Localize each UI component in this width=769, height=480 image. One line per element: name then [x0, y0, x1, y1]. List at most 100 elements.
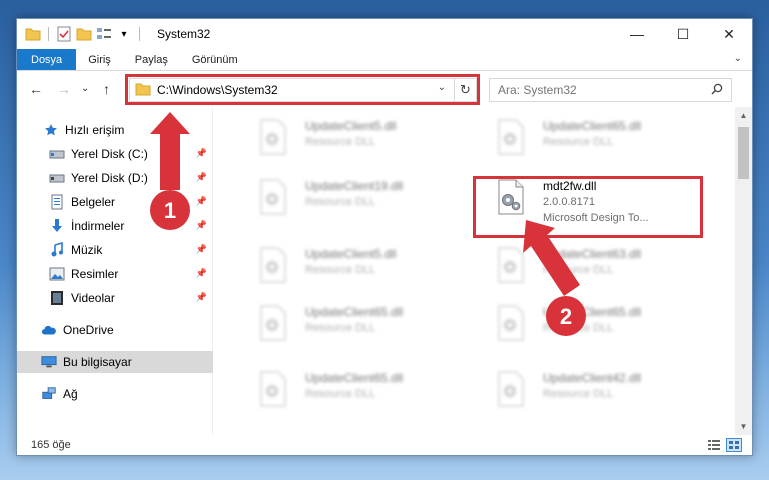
list-item[interactable]: UpdateClient5.dll Resource DLL [235, 113, 435, 163]
refresh-button[interactable]: ↻ [454, 79, 476, 101]
sidebar-item-label: Belgeler [71, 195, 116, 209]
sidebar-item-disk-c[interactable]: Yerel Disk (C:) 📌 [17, 143, 213, 165]
tiles-view-icon[interactable] [726, 438, 742, 452]
list-item[interactable]: UpdateClient65.dll Resource DLL [235, 365, 435, 415]
window-title: System32 [157, 27, 211, 41]
computer-icon [41, 354, 57, 370]
folder-icon [135, 82, 151, 99]
sidebar-item-label: Resimler [71, 267, 119, 281]
list-item[interactable]: UpdateClient5.dll Resource DLL [235, 241, 435, 291]
dll-file-icon [498, 119, 524, 155]
tab-view[interactable]: Görünüm [180, 49, 250, 70]
sidebar-item-disk-d[interactable]: Yerel Disk (D:) 📌 [17, 167, 213, 189]
folder-icon [25, 26, 41, 42]
scroll-down-icon[interactable]: ▼ [735, 418, 752, 435]
file-name: UpdateClient65.dll [305, 371, 404, 385]
pin-icon[interactable]: 📌 [196, 148, 207, 159]
checklist-icon[interactable] [96, 26, 112, 42]
sidebar-item-label: Bu bilgisayar [63, 355, 132, 369]
list-item[interactable]: UpdateClient65.dll Resource DLL [235, 299, 435, 349]
up-button[interactable]: ↑ [103, 81, 110, 97]
pin-icon[interactable]: 📌 [196, 244, 207, 255]
videos-icon [49, 290, 65, 306]
dll-file-icon [260, 119, 286, 155]
vertical-scrollbar[interactable]: ▲ ▼ [735, 107, 752, 435]
tab-home[interactable]: Giriş [76, 49, 123, 70]
sidebar-item-label: Yerel Disk (D:) [71, 171, 148, 185]
list-item[interactable]: UpdateClient19.dll Resource DLL [235, 173, 435, 223]
tab-share[interactable]: Paylaş [123, 49, 180, 70]
file-name: UpdateClient5.dll [305, 119, 397, 133]
navigation-bar: ← → ⌄ ↑ C:\Windows\System32 ⌄ ↻ [17, 71, 752, 107]
maximize-button[interactable]: ☐ [660, 19, 706, 49]
minimize-button[interactable]: — [614, 19, 660, 49]
dll-file-icon [498, 179, 524, 215]
dll-file-icon [260, 247, 286, 283]
properties-icon[interactable] [56, 26, 72, 42]
file-name: UpdateClient5.dll [305, 247, 397, 261]
quick-access-toolbar: ▾ [25, 26, 143, 42]
sidebar-item-downloads[interactable]: İndirmeler 📌 [17, 215, 213, 237]
toolbar-divider [139, 27, 140, 41]
sidebar-item-onedrive[interactable]: OneDrive [17, 319, 213, 341]
file-name: UpdateClient65.dll [305, 305, 404, 319]
sidebar-item-quick-access[interactable]: Hızlı erişim [17, 119, 213, 141]
search-input[interactable] [498, 83, 698, 97]
list-item[interactable]: UpdateClient63.dll Resource DLL [473, 241, 673, 291]
scroll-up-icon[interactable]: ▲ [735, 107, 752, 124]
sidebar-item-network[interactable]: Ağ [17, 383, 213, 405]
dll-file-icon [260, 305, 286, 341]
music-icon [49, 242, 65, 258]
sidebar-item-label: Hızlı erişim [65, 123, 125, 137]
search-icon[interactable] [711, 83, 723, 98]
sidebar-item-pictures[interactable]: Resimler 📌 [17, 263, 213, 285]
sidebar-item-music[interactable]: Müzik 📌 [17, 239, 213, 261]
list-item[interactable]: UpdateClient42.dll Resource DLL [473, 365, 673, 415]
address-bar[interactable]: C:\Windows\System32 ⌄ ↻ [129, 78, 477, 102]
address-path[interactable]: C:\Windows\System32 [157, 83, 278, 97]
file-description: Resource DLL [305, 196, 376, 208]
sidebar-item-label: Yerel Disk (C:) [71, 147, 148, 161]
new-folder-icon[interactable] [76, 26, 92, 42]
pin-icon[interactable]: 📌 [196, 196, 207, 207]
pin-icon[interactable]: 📌 [196, 292, 207, 303]
pin-icon[interactable]: 📌 [196, 220, 207, 231]
explorer-window: ▾ System32 — ☐ ✕ Dosya Giriş Paylaş Görü… [16, 18, 753, 456]
file-name: UpdateClient65.dll [543, 119, 642, 133]
pin-icon[interactable]: 📌 [196, 268, 207, 279]
file-list: UpdateClient5.dll Resource DLL UpdateCli… [215, 107, 733, 435]
pin-icon[interactable]: 📌 [196, 172, 207, 183]
list-item-mdt2fw[interactable]: mdt2fw.dll 2.0.0.8171 Microsoft Design T… [473, 173, 673, 224]
dll-file-icon [498, 247, 524, 283]
sidebar-item-label: Ağ [63, 387, 78, 401]
details-view-icon[interactable] [706, 438, 722, 452]
sidebar-item-documents[interactable]: Belgeler 📌 [17, 191, 213, 213]
sidebar-item-label: Videolar [71, 291, 115, 305]
ribbon-expand-icon[interactable]: ⌄ [734, 53, 742, 64]
file-name: UpdateClient42.dll [543, 371, 642, 385]
drive-icon [49, 170, 65, 186]
file-name: mdt2fw.dll [543, 179, 597, 193]
ribbon-tabs: Dosya Giriş Paylaş Görünüm ⌄ [17, 49, 752, 71]
network-icon [41, 386, 57, 402]
forward-button[interactable]: → [57, 81, 71, 97]
scrollbar-thumb[interactable] [738, 127, 749, 179]
sidebar-item-videos[interactable]: Videolar 📌 [17, 287, 213, 309]
file-description: Resource DLL [543, 388, 614, 400]
list-item[interactable]: UpdateClient65.dll Resource DLL [473, 113, 673, 163]
dll-file-icon [260, 179, 286, 215]
list-item[interactable]: UpdateClient65.dll Resource DLL [473, 299, 673, 349]
star-icon [43, 122, 59, 138]
close-button[interactable]: ✕ [706, 19, 752, 49]
search-box[interactable] [489, 78, 732, 102]
tab-file[interactable]: Dosya [17, 49, 77, 70]
address-dropdown-icon[interactable]: ⌄ [438, 82, 446, 93]
back-button[interactable]: ← [29, 81, 43, 97]
sidebar-item-this-pc[interactable]: Bu bilgisayar [17, 351, 213, 373]
main-area: Hızlı erişim Yerel Disk (C:) 📌 Yerel Dis… [17, 107, 752, 435]
recent-locations-button[interactable]: ⌄ [81, 83, 89, 94]
status-bar: 165 öğe [17, 435, 752, 455]
drive-icon [49, 146, 65, 162]
customize-dropdown-icon[interactable]: ▾ [116, 26, 132, 42]
sidebar-item-label: OneDrive [63, 323, 114, 337]
